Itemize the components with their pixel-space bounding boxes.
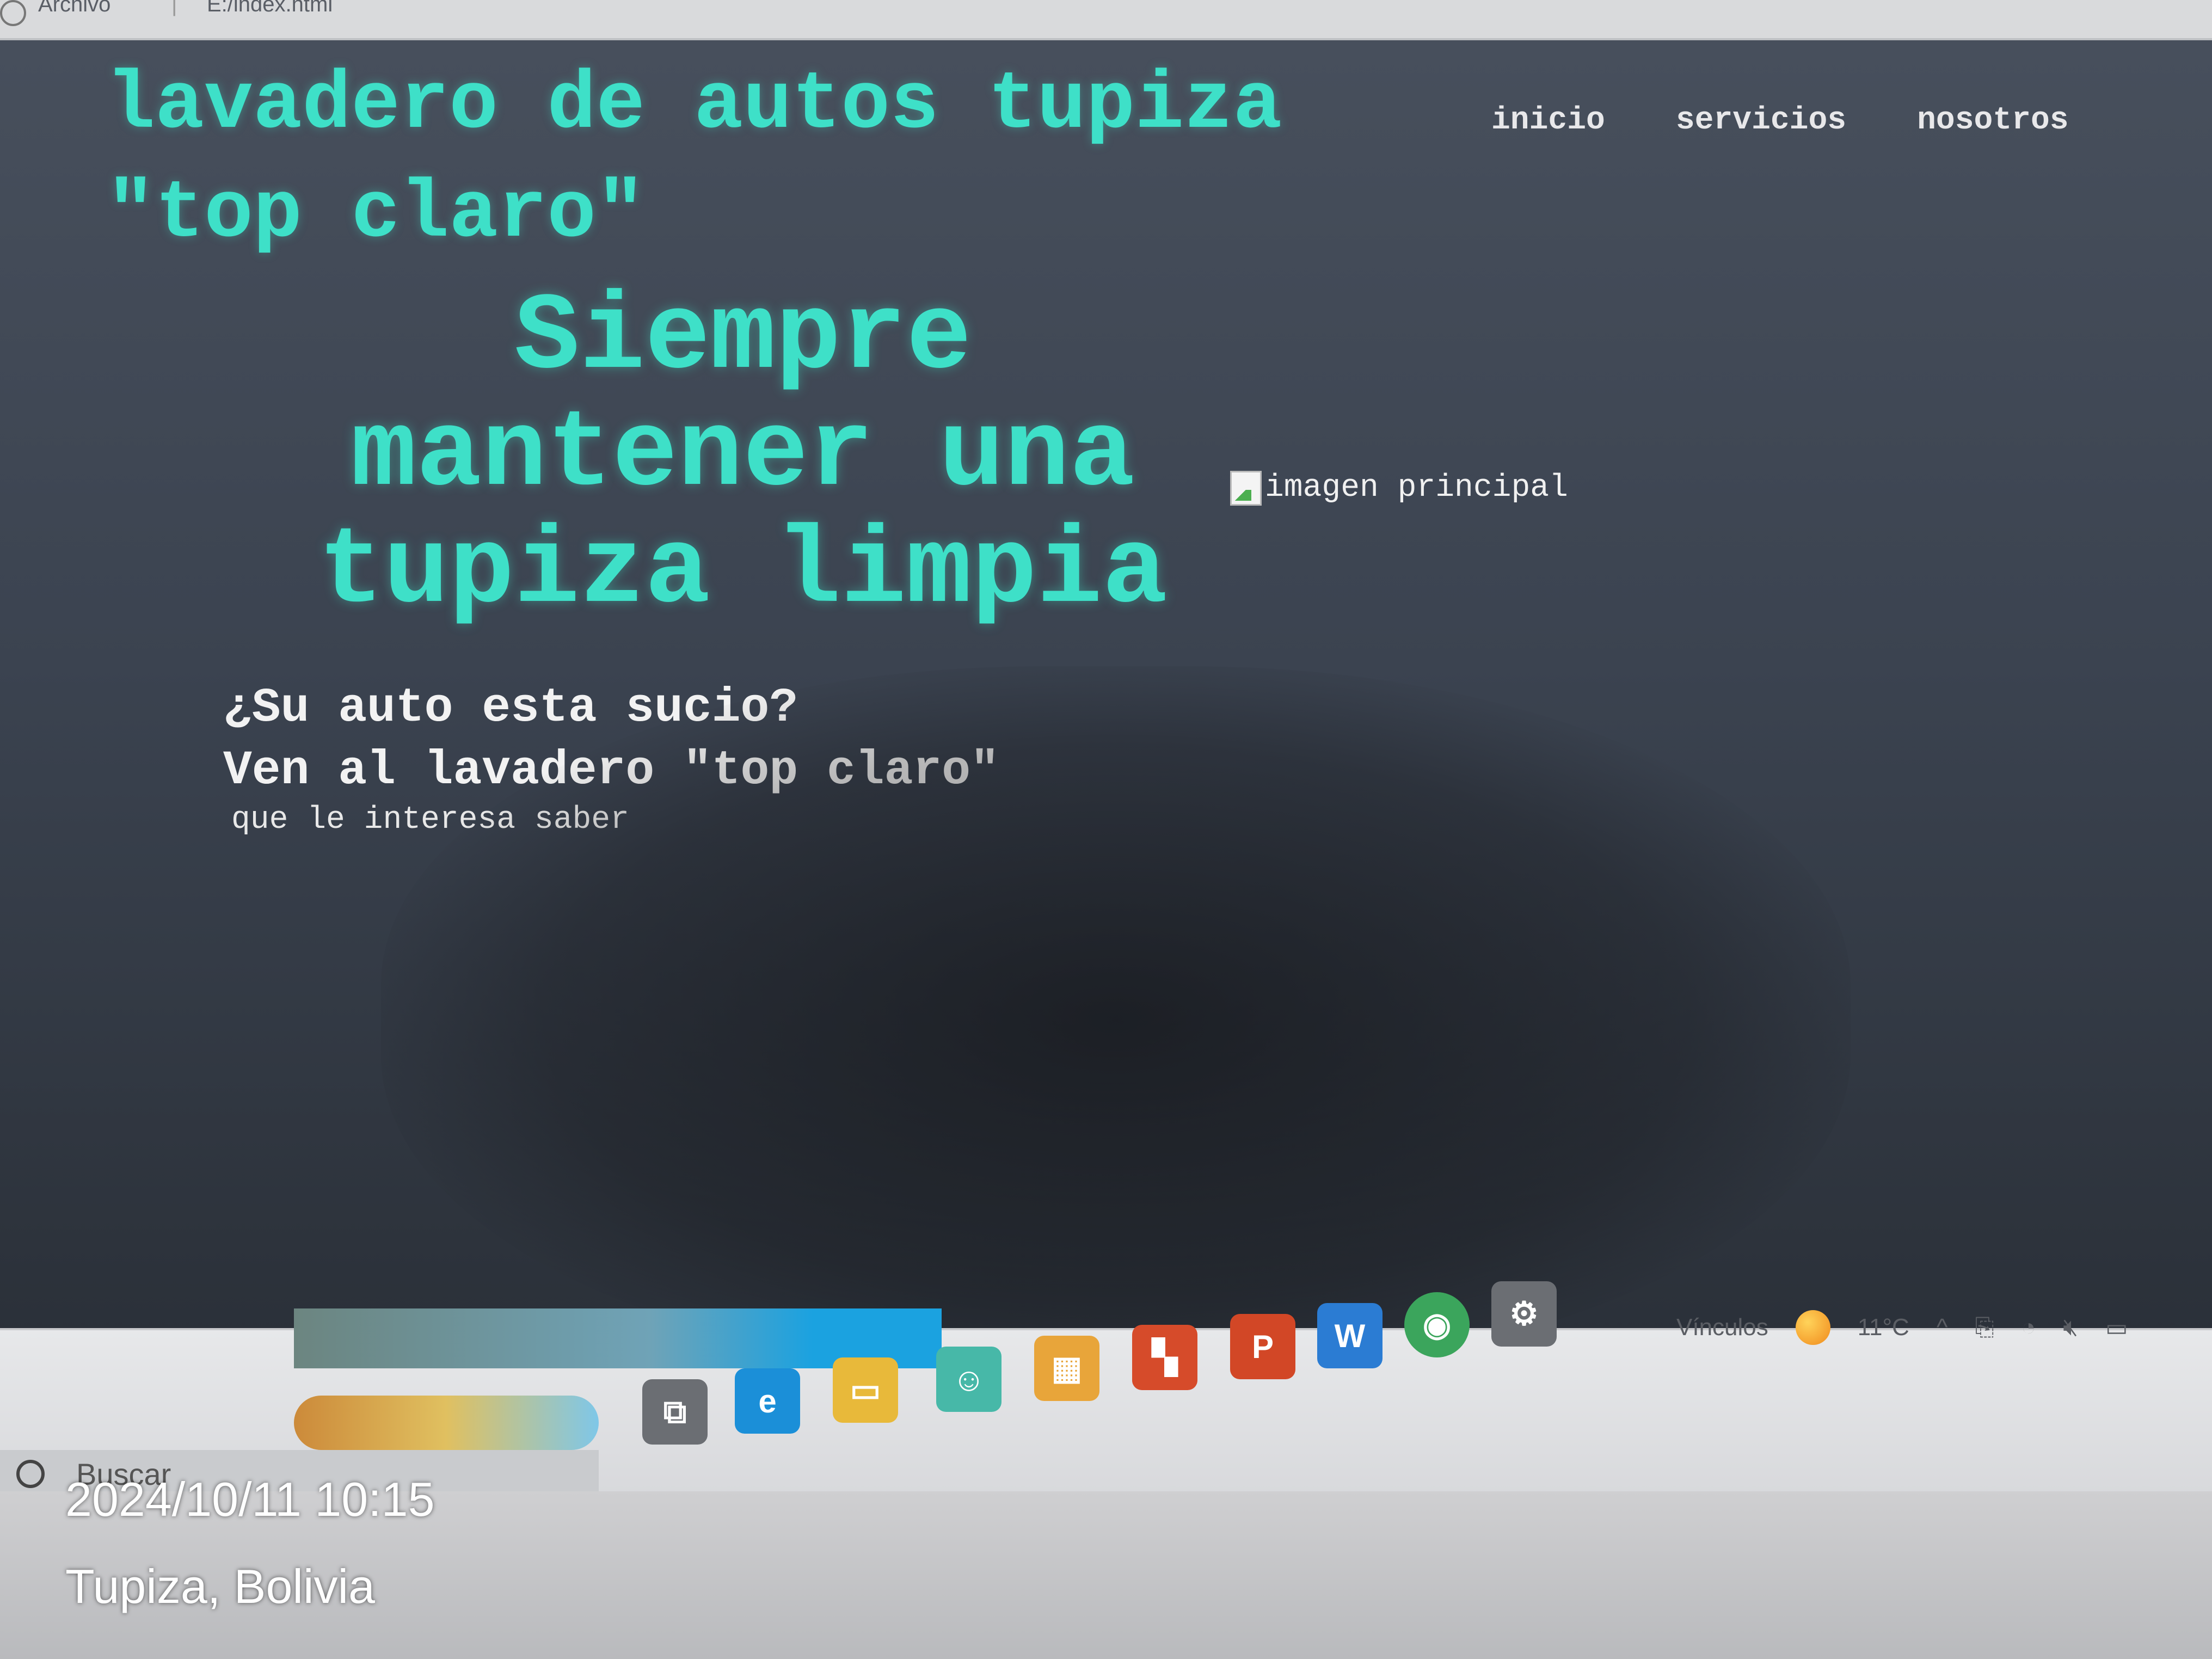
hero-subheading: ¿Su auto esta sucio? Ven al lavadero "to… xyxy=(223,677,999,802)
site-title: lavadero de autos tupiza "top claro" xyxy=(106,59,1282,261)
nav-link-servicios[interactable]: servicios xyxy=(1676,103,1846,138)
search-icon xyxy=(16,1460,45,1488)
system-tray: Vínculos 11°C ^ ⎘ ◔ 🔇︎ ▭ xyxy=(1676,1298,2128,1357)
broken-image-icon xyxy=(1230,470,1262,506)
settings-icon[interactable]: ⚙ xyxy=(1491,1281,1557,1347)
nav-link-nosotros[interactable]: nosotros xyxy=(1917,103,2068,138)
task-view-icon[interactable]: ⧉ xyxy=(642,1379,708,1445)
address-separator: | xyxy=(171,0,177,16)
photo-location: Tupiza, Bolivia xyxy=(65,1559,375,1613)
main-image-alt-text: imagen principal xyxy=(1265,470,1568,506)
photo-timestamp: 2024/10/11 10:15 Tupiza, Bolivia xyxy=(65,1456,435,1630)
weather-widget[interactable] xyxy=(294,1396,599,1450)
powerpoint-icon[interactable]: P xyxy=(1230,1314,1295,1379)
teams-icon[interactable]: ☺ xyxy=(936,1347,1001,1412)
wifi-icon[interactable]: ◔ xyxy=(2021,1314,2036,1341)
store-icon[interactable]: ▦ xyxy=(1034,1336,1099,1401)
chrome-icon[interactable]: ◉ xyxy=(1404,1292,1470,1357)
file-label: Archivo xyxy=(38,0,111,16)
battery-icon[interactable]: ▭ xyxy=(2105,1314,2128,1342)
weather-icon[interactable] xyxy=(1795,1310,1830,1345)
main-image: imagen principal xyxy=(1230,470,1568,506)
network-icon[interactable]: ⎘ xyxy=(1975,1314,1994,1341)
hero-question: ¿Su auto esta sucio? xyxy=(223,681,798,735)
browser-toolbar: Archivo | E:/index.html xyxy=(0,0,2212,40)
chevron-up-icon[interactable]: ^ xyxy=(1937,1314,1948,1341)
address-path[interactable]: E:/index.html xyxy=(207,0,333,17)
temperature[interactable]: 11°C xyxy=(1858,1314,1909,1341)
nav-link-inicio[interactable]: inicio xyxy=(1491,103,1605,138)
file-explorer-icon[interactable]: ▭ xyxy=(833,1357,898,1423)
links-label[interactable]: Vínculos xyxy=(1676,1314,1768,1341)
office-icon[interactable]: ▚ xyxy=(1132,1325,1197,1390)
word-icon[interactable]: W xyxy=(1317,1303,1382,1368)
hero-invitation: Ven al lavadero "top claro" xyxy=(223,744,999,798)
edge-icon[interactable]: e xyxy=(735,1368,800,1434)
speaker-muted-icon[interactable]: 🔇︎ xyxy=(2063,1314,2078,1341)
info-icon[interactable] xyxy=(0,0,26,26)
web-page: lavadero de autos tupiza "top claro" ini… xyxy=(0,40,2212,1374)
photo-datetime: 2024/10/11 10:15 xyxy=(65,1472,435,1526)
hero-small-text: que le interesa saber xyxy=(231,802,629,838)
photo-of-screen: Archivo | E:/index.html lavadero de auto… xyxy=(0,0,2212,1659)
top-nav: inicio servicios nosotros xyxy=(1491,103,2069,138)
hero-heading: Siempre mantener una tupiza limpia xyxy=(318,276,1168,634)
